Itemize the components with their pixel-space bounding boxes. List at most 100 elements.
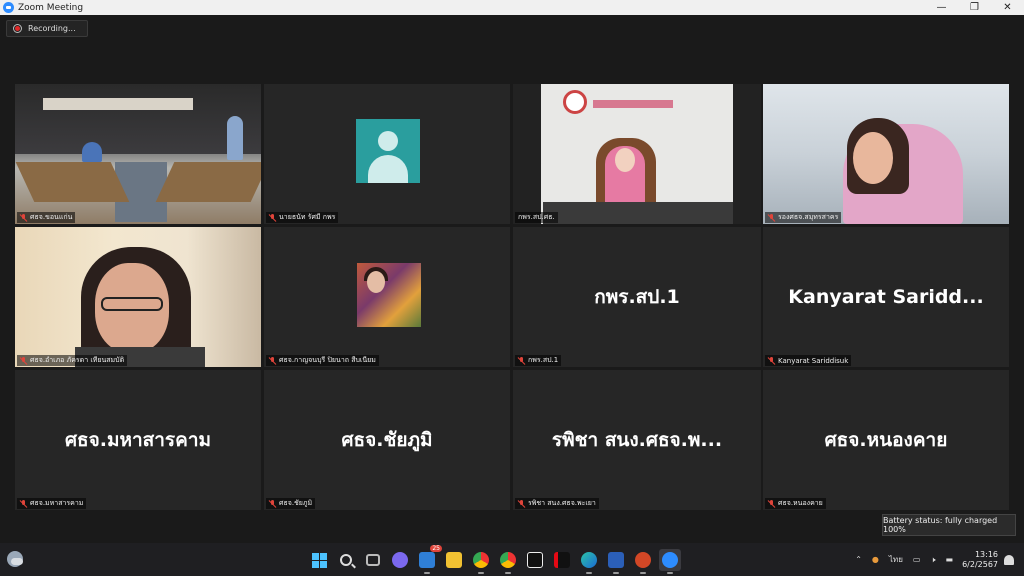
participant-tile[interactable]: รพิชา สนง.ศธจ.พ... รพิชา สนง.ศธจ.พะเยา xyxy=(513,370,761,510)
speaker-muted-icon[interactable]: 🕨 xyxy=(930,555,935,565)
mic-muted-icon xyxy=(768,499,775,508)
meeting-view: Recording... ศธจ.ขอนแก่น นายธนัท รัศมี ก… xyxy=(0,15,1024,543)
participant-name: ศธจ.ชัยภูมิ xyxy=(279,499,313,507)
chat-icon xyxy=(392,552,408,568)
edge-button[interactable] xyxy=(578,549,600,574)
participant-tile[interactable]: รองศธจ.สมุทรสาคร xyxy=(763,84,1009,224)
participant-name: กพร.สป.ศธ. xyxy=(518,213,555,221)
participant-tile[interactable]: Kanyarat Saridd... Kanyarat Sariddisuk xyxy=(763,227,1009,367)
clock-time: 13:16 xyxy=(974,549,998,559)
participant-tile[interactable]: ศธจ.มหาสารคาม ศธจ.มหาสารคาม xyxy=(15,370,261,510)
task-view-icon xyxy=(366,554,380,566)
participant-video xyxy=(15,227,261,367)
powerpoint-button[interactable] xyxy=(632,549,654,574)
participant-name-tag: ศธจ.กาญจนบุรี ปิยนาถ สืบเนียม xyxy=(266,355,379,366)
clock[interactable]: 13:16 6/2/2567 xyxy=(962,550,998,570)
window-title: Zoom Meeting xyxy=(18,2,84,13)
participant-name: ศธจ.มหาสารคาม xyxy=(30,499,84,507)
participant-name-tag: รพิชา สนง.ศธจ.พะเยา xyxy=(515,498,599,509)
input-language[interactable]: ไทย xyxy=(889,553,903,566)
participant-display-name: Kanyarat Saridd... xyxy=(788,286,984,308)
clock-date: 6/2/2567 xyxy=(962,559,998,569)
participant-name: รพิชา สนง.ศธจ.พะเยา xyxy=(528,499,596,507)
participant-name: ศธจ.กาญจนบุรี ปิยนาถ สืบเนียม xyxy=(279,356,376,364)
zoom-app-icon xyxy=(3,2,14,13)
minimize-button[interactable]: — xyxy=(925,0,958,15)
netflix-icon xyxy=(554,552,570,568)
taskbar: 25 ⌃ ● ไทย ▭ 🕨 ▬ 13:16 6/2/2567 xyxy=(0,543,1024,576)
participant-name-tag: ศธจ.หนองคาย xyxy=(765,498,826,509)
teams-chat-button[interactable] xyxy=(389,549,411,571)
participant-name-tag: ศธจ.อำเภอ ภัครดา เทียนสมบัติ xyxy=(17,355,128,366)
participant-name: ศธจ.หนองคาย xyxy=(778,499,823,507)
search-button[interactable] xyxy=(335,549,357,571)
chrome-profile-button[interactable] xyxy=(497,549,519,574)
mic-muted-icon xyxy=(518,499,525,508)
participant-display-name: รพิชา สนง.ศธจ.พ... xyxy=(551,429,723,451)
participant-name-tag: ศธจ.มหาสารคาม xyxy=(17,498,87,509)
microphone-icon[interactable]: ● xyxy=(872,555,879,564)
mic-muted-icon xyxy=(20,356,27,365)
capcut-button[interactable] xyxy=(524,549,546,571)
profile-photo xyxy=(357,263,421,327)
participant-tile[interactable]: ศธจ.ขอนแก่น xyxy=(15,84,261,224)
participant-tile[interactable]: ศธจ.ชัยภูมิ ศธจ.ชัยภูมิ xyxy=(264,370,510,510)
participant-name-tag: ศธจ.ชัยภูมิ xyxy=(266,498,316,509)
network-icon[interactable]: ▭ xyxy=(913,555,921,564)
netflix-button[interactable] xyxy=(551,549,573,571)
mic-muted-icon xyxy=(20,213,27,222)
participant-name-tag: กพร.สป.1 xyxy=(515,355,562,366)
task-view-button[interactable] xyxy=(362,549,384,571)
window-titlebar: Zoom Meeting — ❐ ✕ xyxy=(0,0,1024,15)
recording-indicator[interactable]: Recording... xyxy=(6,20,88,37)
chrome-icon xyxy=(500,552,516,568)
windows-logo-icon xyxy=(311,552,327,568)
participant-display-name: ศธจ.ชัยภูมิ xyxy=(341,429,433,451)
participant-video xyxy=(763,84,1009,224)
start-button[interactable] xyxy=(308,549,330,571)
participant-tile[interactable]: ศธจ.หนองคาย ศธจ.หนองคาย xyxy=(763,370,1009,510)
weather-widget[interactable] xyxy=(7,551,25,569)
word-icon xyxy=(608,552,624,568)
mic-muted-icon xyxy=(768,213,775,222)
word-button[interactable] xyxy=(605,549,627,574)
record-icon xyxy=(13,24,22,33)
participant-name: Kanyarat Sariddisuk xyxy=(778,356,849,365)
system-tray: ⌃ ● ไทย ▭ 🕨 ▬ 13:16 6/2/2567 xyxy=(850,543,1024,576)
powerpoint-icon xyxy=(635,552,651,568)
participant-tile[interactable]: กพร.สป.1 กพร.สป.1 xyxy=(513,227,761,367)
mail-badge: 25 xyxy=(430,545,442,552)
participant-tile[interactable]: นายธนัท รัศมี กพร xyxy=(264,84,510,224)
org-logo xyxy=(563,90,587,114)
file-explorer-button[interactable] xyxy=(443,549,465,571)
weather-icon xyxy=(7,551,23,567)
participant-name-tag: Kanyarat Sariddisuk xyxy=(765,355,852,366)
chrome-button[interactable] xyxy=(470,549,492,574)
battery-status-tooltip: Battery status: fully charged 100% xyxy=(882,514,1016,536)
participant-name: ศธจ.ขอนแก่น xyxy=(30,213,73,221)
participant-name: กพร.สป.1 xyxy=(528,356,559,364)
mic-muted-icon xyxy=(269,213,276,222)
participant-tile-active-speaker[interactable]: กพร.สป.ศธ. xyxy=(513,84,761,224)
edge-icon xyxy=(581,552,597,568)
participant-tile[interactable]: ศธจ.อำเภอ ภัครดา เทียนสมบัติ xyxy=(15,227,261,367)
participant-display-name: ศธจ.มหาสารคาม xyxy=(64,429,212,451)
close-button[interactable]: ✕ xyxy=(991,0,1024,15)
notification-bell-icon[interactable] xyxy=(1004,554,1014,565)
participant-name: ศธจ.อำเภอ ภัครดา เทียนสมบัติ xyxy=(30,356,125,364)
window-controls: — ❐ ✕ xyxy=(925,0,1024,15)
maximize-button[interactable]: ❐ xyxy=(958,0,991,15)
participant-name: นายธนัท รัศมี กพร xyxy=(279,213,336,221)
chevron-up-icon[interactable]: ⌃ xyxy=(855,555,862,564)
participant-tile[interactable]: ศธจ.กาญจนบุรี ปิยนาถ สืบเนียม xyxy=(264,227,510,367)
mic-muted-icon xyxy=(269,499,276,508)
battery-icon[interactable]: ▬ xyxy=(946,555,954,564)
recording-label: Recording... xyxy=(28,24,76,33)
zoom-taskbar-button[interactable] xyxy=(659,549,681,574)
mic-muted-icon xyxy=(269,356,276,365)
participant-display-name: ศธจ.หนองคาย xyxy=(824,429,948,451)
zoom-icon xyxy=(662,552,678,568)
search-icon xyxy=(340,554,352,566)
mail-button[interactable]: 25 xyxy=(416,545,442,574)
mic-muted-icon xyxy=(20,499,27,508)
